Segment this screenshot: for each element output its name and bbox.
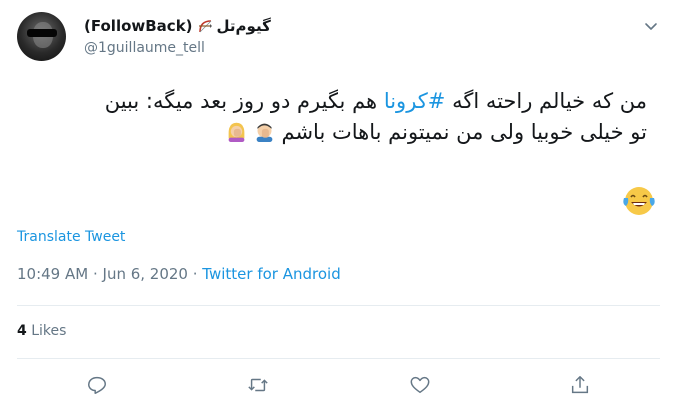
tweet-line-1: من که خیالم راحته اگه #کرونا هم بگیرم دو…: [104, 89, 647, 113]
man-facepalming-emoji: [256, 123, 273, 142]
hashtag-link[interactable]: #کرونا: [384, 89, 446, 113]
tweet-line-2: تو خیلی خوبیا ولی من نمیتونم باهات باشم: [17, 117, 647, 148]
face-with-tears-of-joy-emoji: [623, 187, 655, 215]
divider: [17, 305, 660, 306]
sunglasses-icon: [27, 29, 57, 37]
retweet-button[interactable]: [243, 370, 273, 400]
translate-tweet-link[interactable]: Translate Tweet: [17, 229, 125, 245]
avatar[interactable]: [17, 12, 66, 61]
tweet-card: (FollowBack) گیوم‌تل @1guillaume_tell من…: [0, 0, 677, 414]
share-icon: [571, 376, 589, 394]
tweet-actions-bar: [0, 370, 677, 400]
divider: [17, 358, 660, 359]
tweet-text: من که خیالم راحته اگه #کرونا هم بگیرم دو…: [17, 86, 647, 148]
reply-icon: [88, 376, 106, 394]
like-icon: [410, 376, 430, 394]
retweet-icon: [248, 378, 268, 392]
tweet-time[interactable]: 10:49 AM: [17, 265, 88, 283]
tweet-meta: 10:49 AM · Jun 6, 2020 · Twitter for And…: [17, 265, 341, 283]
chevron-down-icon[interactable]: [641, 16, 661, 36]
bow-and-arrow-icon: [198, 20, 212, 33]
display-name[interactable]: (FollowBack): [84, 17, 193, 35]
tweet-date[interactable]: Jun 6, 2020: [103, 265, 188, 283]
display-name-row[interactable]: (FollowBack) گیوم‌تل: [84, 15, 271, 37]
display-name-persian[interactable]: گیوم‌تل: [217, 17, 271, 35]
tweet-source-link[interactable]: Twitter for Android: [202, 265, 340, 283]
reply-button[interactable]: [82, 370, 112, 400]
likes-count-link[interactable]: 4 Likes: [17, 323, 66, 339]
share-button[interactable]: [565, 370, 595, 400]
like-button[interactable]: [405, 370, 435, 400]
user-handle[interactable]: @1guillaume_tell: [84, 40, 205, 56]
woman-facepalming-emoji: [228, 122, 245, 142]
